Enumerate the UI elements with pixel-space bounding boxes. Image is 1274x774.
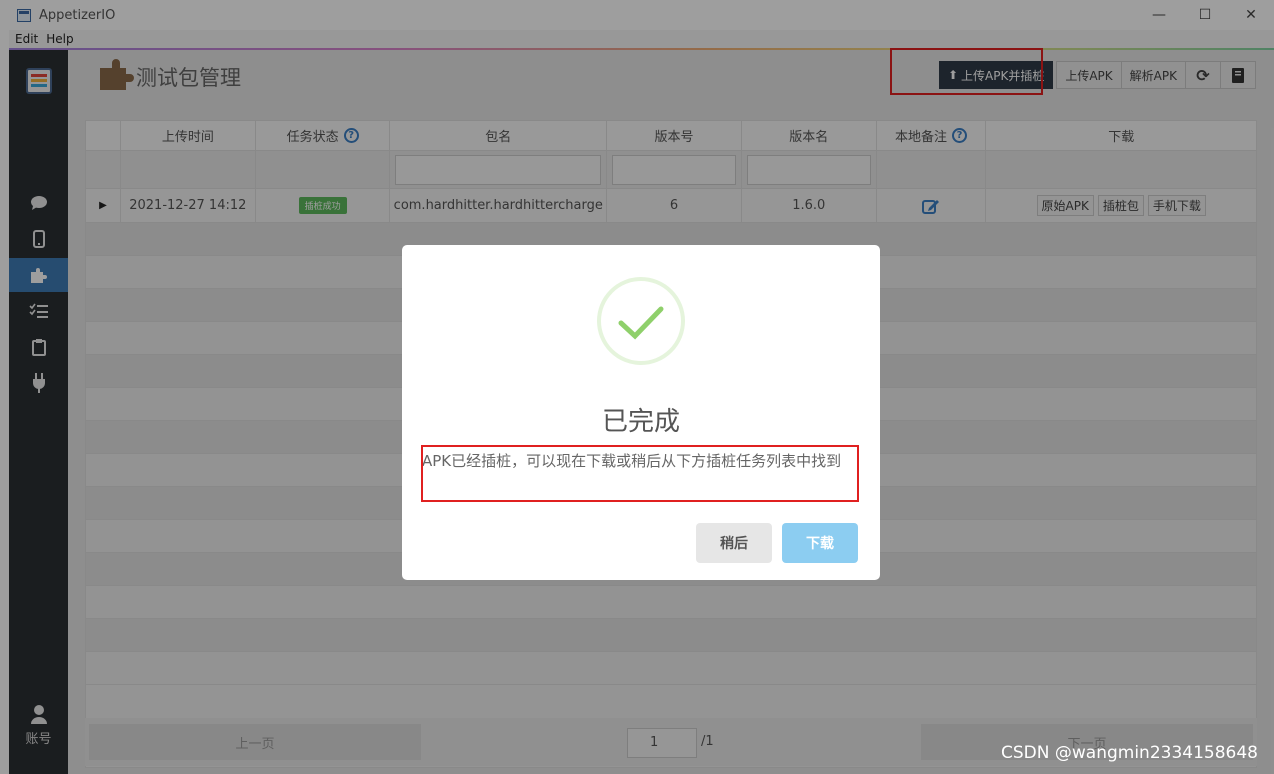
success-circle — [597, 277, 685, 365]
highlight-box-message — [421, 445, 859, 502]
later-button[interactable]: 稍后 — [696, 523, 772, 563]
checkmark-icon — [618, 306, 664, 340]
watermark: CSDN @wangmin2334158648 — [1001, 743, 1258, 763]
dialog-title: 已完成 — [601, 407, 680, 437]
download-button[interactable]: 下载 — [782, 523, 858, 563]
completion-dialog: 已完成 APK已经插桩，可以现在下载或稍后从下方插桩任务列表中找到 稍后 下载 — [402, 245, 880, 580]
